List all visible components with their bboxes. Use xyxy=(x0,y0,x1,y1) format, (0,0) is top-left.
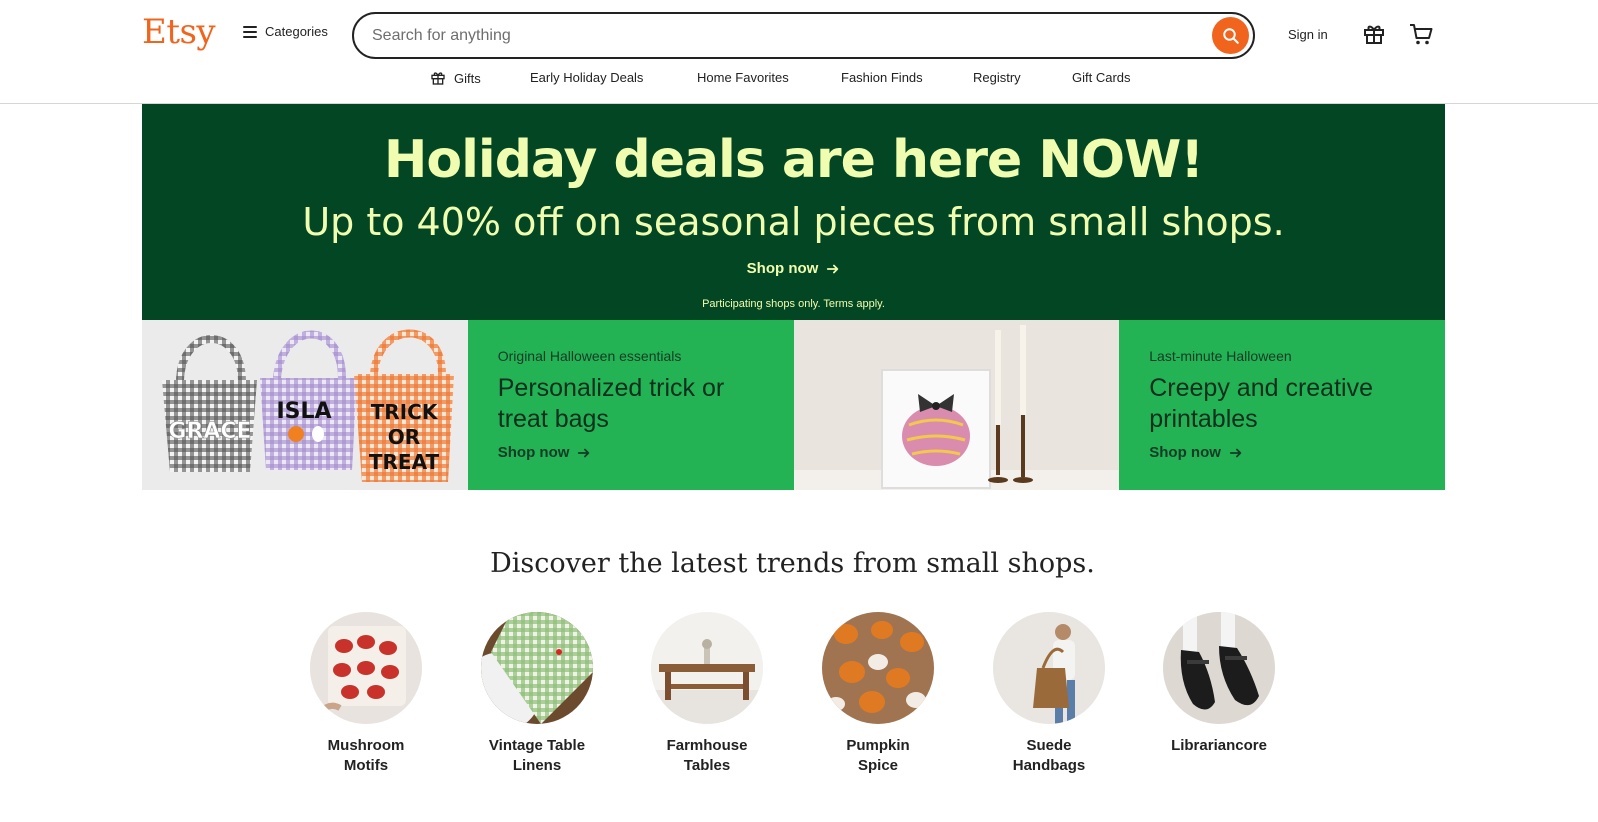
search-button[interactable] xyxy=(1212,17,1249,54)
arrow-right-icon xyxy=(827,264,839,273)
trend-image xyxy=(822,612,934,724)
gift-icon xyxy=(431,72,445,85)
trend-image xyxy=(993,612,1105,724)
nav-item-gifts[interactable]: Gifts xyxy=(430,70,481,86)
nav-item-gift-cards[interactable]: Gift Cards xyxy=(1072,70,1131,85)
trend-suede-handbags[interactable]: Suede Handbags xyxy=(974,612,1124,776)
trend-label: Suede Handbags xyxy=(1012,737,1086,774)
categories-label: Categories xyxy=(265,24,328,39)
trend-label: Mushroom Motifs xyxy=(327,737,405,774)
trend-image xyxy=(481,612,593,724)
nav-item-home-favorites[interactable]: Home Favorites xyxy=(697,70,789,85)
promo-shop-now-link[interactable]: Shop now xyxy=(498,444,592,461)
trick-or-treat-bags-image[interactable]: GRACE ISLA TRICK OR TREAT xyxy=(142,320,468,490)
trend-label: Pumpkin Spice xyxy=(846,737,910,774)
search-icon xyxy=(1222,27,1239,44)
search-bar xyxy=(352,12,1255,59)
promo-trick-or-treat-bags[interactable]: Original Halloween essentials Personaliz… xyxy=(467,320,794,490)
trend-pumpkin-spice[interactable]: Pumpkin Spice xyxy=(803,612,953,776)
trend-label: Vintage Table Linens xyxy=(488,737,586,774)
svg-text:OR: OR xyxy=(388,425,420,449)
site-header: Etsy Categories Sign in xyxy=(0,0,1598,104)
promo-title: Creepy and creative printables xyxy=(1149,374,1373,433)
trend-mushroom-motifs[interactable]: Mushroom Motifs xyxy=(291,612,441,776)
promo-shop-now-label: Shop now xyxy=(497,444,570,461)
nav-item-registry[interactable]: Registry xyxy=(973,70,1021,85)
trend-librariancore[interactable]: Librariancore xyxy=(1144,612,1294,756)
trend-image xyxy=(310,612,422,724)
etsy-logo[interactable]: Etsy xyxy=(142,12,216,52)
banner-title: Holiday deals are here NOW! xyxy=(383,130,1204,190)
nav-item-label: Gifts xyxy=(454,70,481,86)
banner-subtitle: Up to 40% off on seasonal pieces from sm… xyxy=(302,200,1285,244)
svg-text:GRACE: GRACE xyxy=(168,419,251,444)
nav-item-early-holiday-deals[interactable]: Early Holiday Deals xyxy=(530,70,643,85)
banner-shop-now-label: Shop now xyxy=(746,260,819,277)
nav-item-fashion-finds[interactable]: Fashion Finds xyxy=(841,70,923,85)
search-input[interactable] xyxy=(372,23,1192,49)
categories-button[interactable]: Categories xyxy=(243,24,328,39)
promo-shop-now-link[interactable]: Shop now xyxy=(1149,444,1243,461)
svg-text:TREAT: TREAT xyxy=(369,450,440,474)
trend-farmhouse-tables[interactable]: Farmhouse Tables xyxy=(632,612,782,776)
svg-text:TRICK: TRICK xyxy=(371,400,439,424)
svg-text:ISLA: ISLA xyxy=(276,399,331,424)
arrow-right-icon xyxy=(1229,448,1242,457)
arrow-right-icon xyxy=(578,448,590,457)
trend-label: Farmhouse Tables xyxy=(666,737,748,774)
trend-vintage-table-linens[interactable]: Vintage Table Linens xyxy=(462,612,612,776)
promo-title: Personalized trick or treat bags xyxy=(497,374,725,433)
category-nav: Gifts Early Holiday Deals Home Favorites… xyxy=(0,70,1598,92)
trend-label: Librariancore xyxy=(1171,737,1267,754)
promo-creepy-printables[interactable]: Last-minute Halloween Creepy and creativ… xyxy=(1119,320,1445,490)
trend-image xyxy=(1163,612,1275,724)
trend-image xyxy=(651,612,763,724)
gift-icon[interactable] xyxy=(1362,22,1386,46)
promo-shop-now-label: Shop now xyxy=(1149,444,1221,461)
promo-kicker: Last-minute Halloween xyxy=(1149,348,1292,364)
promo-row: GRACE ISLA TRICK OR TREAT Original Hallo… xyxy=(142,320,1445,490)
holiday-deals-banner[interactable]: Holiday deals are here NOW! Up to 40% of… xyxy=(142,104,1445,320)
promo-kicker: Original Halloween essentials xyxy=(497,348,682,364)
trends-heading: Discover the latest trends from small sh… xyxy=(490,548,1095,579)
cart-icon[interactable] xyxy=(1408,22,1434,46)
sign-in-link[interactable]: Sign in xyxy=(1288,27,1328,42)
hamburger-icon xyxy=(243,25,257,38)
pumpkin-printable-image[interactable] xyxy=(793,320,1120,490)
banner-shop-now-link[interactable]: Shop now xyxy=(142,260,1445,277)
banner-terms: Participating shops only. Terms apply. xyxy=(702,298,885,310)
